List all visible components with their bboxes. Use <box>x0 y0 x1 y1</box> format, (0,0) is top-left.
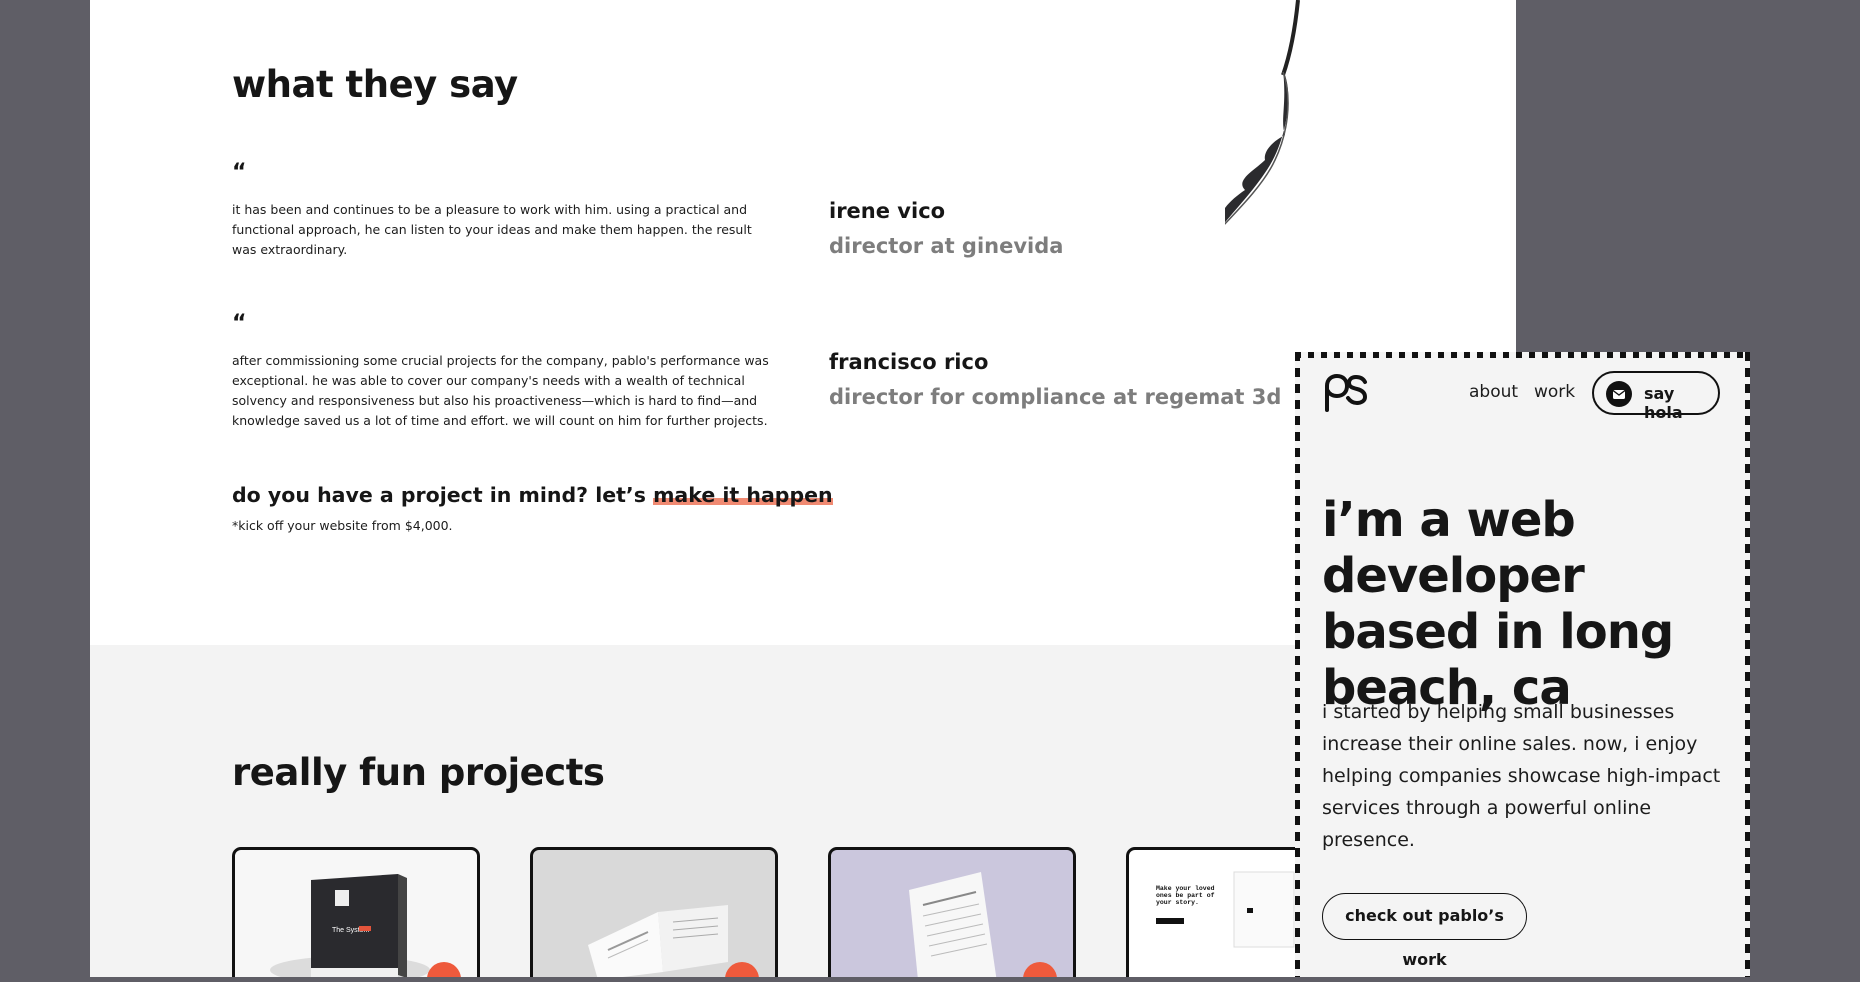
quote-mark-icon: “ <box>232 311 247 336</box>
panel-border <box>1295 352 1750 358</box>
testimonials-heading: what they say <box>232 63 518 106</box>
projects-heading: really fun projects <box>232 751 605 794</box>
testimonial-text: it has been and continues to be a pleasu… <box>232 202 752 257</box>
cta-prefix: do you have a project in mind? let’s <box>232 483 654 507</box>
project-thumbnail <box>909 872 997 977</box>
project-card[interactable] <box>828 847 1076 977</box>
leaf-illustration <box>1225 0 1300 225</box>
say-hola-button[interactable]: say hola <box>1592 371 1720 422</box>
make-it-happen-link[interactable]: make it happen <box>653 483 833 507</box>
testimonial-author-role: director for compliance at regemat 3d <box>829 385 1282 409</box>
ps-logo[interactable] <box>1323 372 1369 412</box>
check-out-work-button[interactable]: check out pablo’s work <box>1322 893 1527 969</box>
testimonial-author-role: director at ginevida <box>829 234 1064 258</box>
hero-title: i’m a web developer based in long beach,… <box>1322 492 1674 716</box>
nav-about[interactable]: about <box>1469 382 1518 402</box>
card-mock-text: Make your loved ones be part of your sto… <box>1156 885 1215 906</box>
project-thumbnail: The System <box>270 874 430 977</box>
panel-border <box>1295 352 1300 977</box>
say-hola-label: say hola <box>1644 384 1683 422</box>
project-card[interactable]: The System <box>232 847 480 977</box>
project-cta: do you have a project in mind? let’s mak… <box>232 483 833 507</box>
testimonial-author-name: irene vico <box>829 199 946 223</box>
pricing-note: *kick off your website from $4,000. <box>232 518 453 533</box>
project-thumbnail <box>588 905 728 977</box>
testimonial-text: after commissioning some crucial project… <box>232 353 769 428</box>
project-card[interactable] <box>530 847 778 977</box>
hero-panel: about work say hola i’m a web developer … <box>1295 352 1750 977</box>
mail-icon <box>1606 381 1632 407</box>
testimonial-author-name: francisco rico <box>829 350 989 374</box>
quote-mark-icon: “ <box>232 160 247 185</box>
hero-description: i started by helping small businesses in… <box>1322 701 1721 851</box>
nav-work[interactable]: work <box>1534 382 1575 402</box>
panel-border <box>1745 352 1750 977</box>
